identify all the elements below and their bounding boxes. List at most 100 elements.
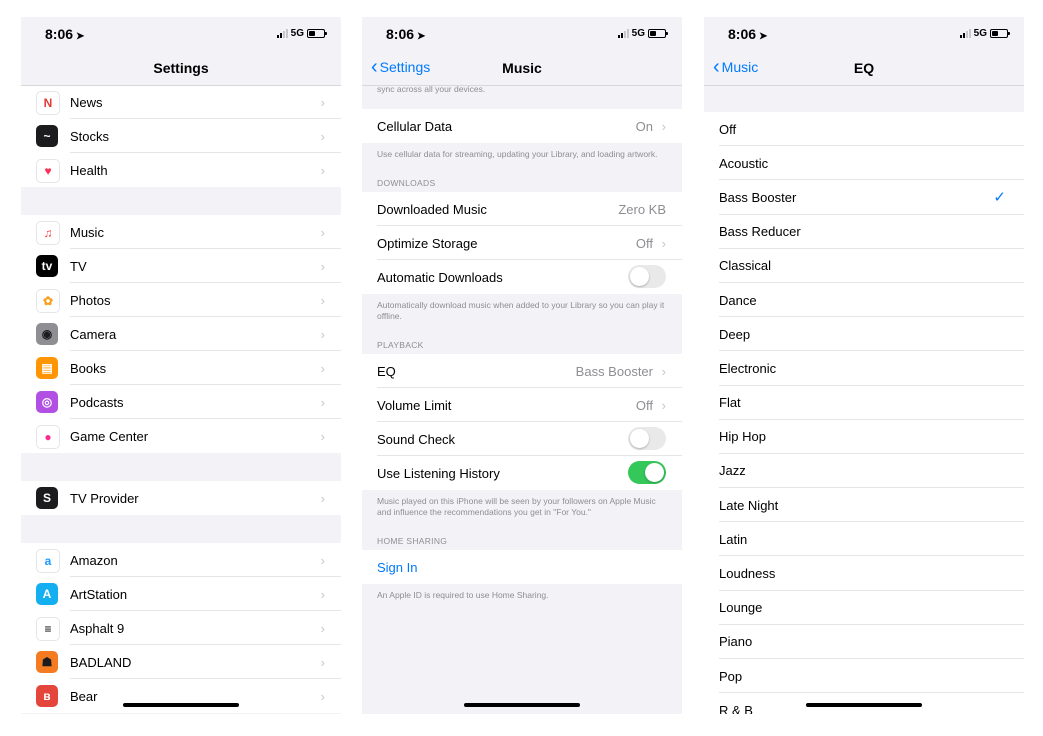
eq-option[interactable]: Deep xyxy=(704,317,1024,352)
page-title: EQ xyxy=(853,60,875,76)
stocks-icon: ~ xyxy=(36,125,58,147)
heart-icon: ♥ xyxy=(36,159,60,183)
settings-item-label: Asphalt 9 xyxy=(70,620,125,636)
eq-option[interactable]: Bass Reducer xyxy=(704,214,1024,249)
network-label: 5G xyxy=(631,28,645,39)
sound-check-toggle[interactable] xyxy=(628,427,666,450)
home-indicator[interactable] xyxy=(464,703,580,707)
settings-item-label: TV Provider xyxy=(70,490,139,506)
section-footer: Automatically download music when added … xyxy=(377,300,665,321)
chevron-right-icon: › xyxy=(661,397,666,413)
listening-history-toggle[interactable] xyxy=(628,461,666,484)
chevron-right-icon: › xyxy=(320,292,325,308)
settings-item-music[interactable]: ♫ Music › xyxy=(21,215,341,249)
row-label: Volume Limit xyxy=(377,397,452,413)
settings-item-label: Music xyxy=(70,224,104,240)
sign-in-row[interactable]: Sign In xyxy=(362,550,682,584)
settings-item-tv-provider[interactable]: S TV Provider › xyxy=(21,481,341,515)
eq-option[interactable]: Jazz xyxy=(704,453,1024,489)
signal-area: 5G xyxy=(617,28,668,39)
navigation-bar: ‹ Music EQ xyxy=(704,53,1024,86)
cellular-signal-icon xyxy=(959,29,971,38)
eq-option-label: Dance xyxy=(719,292,757,308)
chevron-right-icon: › xyxy=(320,428,325,444)
eq-option-label: Off xyxy=(719,121,737,137)
settings-item-camera[interactable]: ◉ Camera › xyxy=(21,317,341,351)
settings-item-bear[interactable]: ʙ Bear › xyxy=(21,679,341,713)
cellular-data-row[interactable]: Cellular Data On › xyxy=(362,109,682,143)
eq-option[interactable]: Bass Booster ✓ xyxy=(704,180,1024,215)
section-footer: Music played on this iPhone will be seen… xyxy=(377,496,656,517)
game-center-icon: ● xyxy=(36,425,60,449)
settings-item-podcasts[interactable]: ◎ Podcasts › xyxy=(21,385,341,419)
settings-item-asphalt-9[interactable]: ≡ Asphalt 9 › xyxy=(21,611,341,645)
settings-item-news[interactable]: N News › xyxy=(21,85,341,119)
section-footer: sync across all your devices. xyxy=(377,85,486,94)
eq-option-label: Jazz xyxy=(719,463,746,479)
signal-area: 5G xyxy=(276,28,327,39)
optimize-storage-row[interactable]: Optimize Storage Off › xyxy=(362,226,682,260)
eq-option-label: Flat xyxy=(719,395,741,411)
home-indicator[interactable] xyxy=(123,703,239,707)
eq-row[interactable]: EQ Bass Booster › xyxy=(362,354,682,388)
podcasts-icon: ◎ xyxy=(36,391,58,413)
battery-icon xyxy=(307,29,327,38)
eq-option[interactable]: Dance xyxy=(704,282,1024,318)
volume-limit-row[interactable]: Volume Limit Off › xyxy=(362,388,682,422)
settings-item-badland[interactable]: ☗ BADLAND › xyxy=(21,645,341,679)
eq-option[interactable]: Hip Hop xyxy=(704,419,1024,455)
location-arrow-icon: ➤ xyxy=(76,31,85,42)
settings-list[interactable]: N News › ~ Stocks › ♥ Health › ♫ Music › tv TV › ✿ Photo… xyxy=(21,85,341,714)
eq-option-label: Electronic xyxy=(719,360,777,376)
status-bar: 8:06 ➤ 5G xyxy=(362,17,682,53)
section-footer: Use cellular data for streaming, updatin… xyxy=(377,149,658,159)
settings-item-stocks[interactable]: ~ Stocks › xyxy=(21,119,341,153)
eq-option[interactable]: Electronic xyxy=(704,351,1024,386)
page-title: Music xyxy=(502,60,542,76)
eq-option[interactable]: Off xyxy=(704,112,1024,147)
eq-option[interactable]: Loudness xyxy=(704,556,1024,591)
music-settings-screen: 8:06 ➤ 5G ‹ Settings Music sync across all… xyxy=(362,17,682,714)
eq-option[interactable]: Latin xyxy=(704,522,1024,557)
settings-item-amazon[interactable]: a Amazon › xyxy=(21,543,341,577)
eq-option-label: Loudness xyxy=(719,566,776,582)
settings-item-game-center[interactable]: ● Game Center › xyxy=(21,419,341,453)
settings-item-label: Books xyxy=(70,360,107,376)
eq-option[interactable]: Pop xyxy=(704,659,1024,694)
eq-option[interactable]: Flat xyxy=(704,385,1024,420)
settings-item-photos[interactable]: ✿ Photos › xyxy=(21,283,341,317)
eq-options-list[interactable]: Off Acoustic Bass Booster ✓ Bass Reducer Clas… xyxy=(704,85,1024,714)
time-label: 8:06 xyxy=(386,26,415,42)
settings-item-label: Podcasts xyxy=(70,394,124,410)
eq-option-label: Bass Reducer xyxy=(719,224,801,240)
section-header: HOME SHARING xyxy=(377,536,448,546)
eq-option[interactable]: Lounge xyxy=(704,590,1024,626)
group-separator xyxy=(21,453,341,481)
eq-option-label: R & B xyxy=(719,702,753,714)
eq-option[interactable]: Acoustic xyxy=(704,146,1024,181)
chevron-right-icon: › xyxy=(661,363,666,379)
settings-item-health[interactable]: ♥ Health › xyxy=(21,153,341,187)
apple-tv-icon: tv xyxy=(36,255,58,277)
settings-item-tv[interactable]: tv TV › xyxy=(21,249,341,283)
settings-item-label: Amazon xyxy=(70,552,118,568)
eq-option[interactable]: Piano xyxy=(704,624,1024,660)
toggle-knob xyxy=(630,429,649,448)
downloaded-music-row[interactable]: Downloaded Music Zero KB xyxy=(362,192,682,226)
eq-option-label: Bass Booster xyxy=(719,189,797,205)
eq-option[interactable]: Late Night xyxy=(704,488,1024,523)
home-indicator[interactable] xyxy=(806,703,922,707)
navigation-bar: ‹ Settings Music xyxy=(362,53,682,86)
settings-item-books[interactable]: ▤ Books › xyxy=(21,351,341,385)
row-value: On xyxy=(635,118,653,134)
settings-item-artstation[interactable]: A ArtStation › xyxy=(21,577,341,611)
sign-in-link[interactable]: Sign In xyxy=(377,560,417,575)
bear-icon: ʙ xyxy=(36,685,58,707)
section-header: DOWNLOADS xyxy=(377,178,436,188)
location-arrow-icon: ➤ xyxy=(417,31,426,42)
sound-check-row: Sound Check xyxy=(362,422,682,456)
eq-option-label: Latin xyxy=(719,531,748,547)
automatic-downloads-toggle[interactable] xyxy=(628,265,666,288)
music-settings-list[interactable]: sync across all your devices. Cellular D… xyxy=(362,85,682,714)
eq-option[interactable]: Classical xyxy=(704,248,1024,284)
